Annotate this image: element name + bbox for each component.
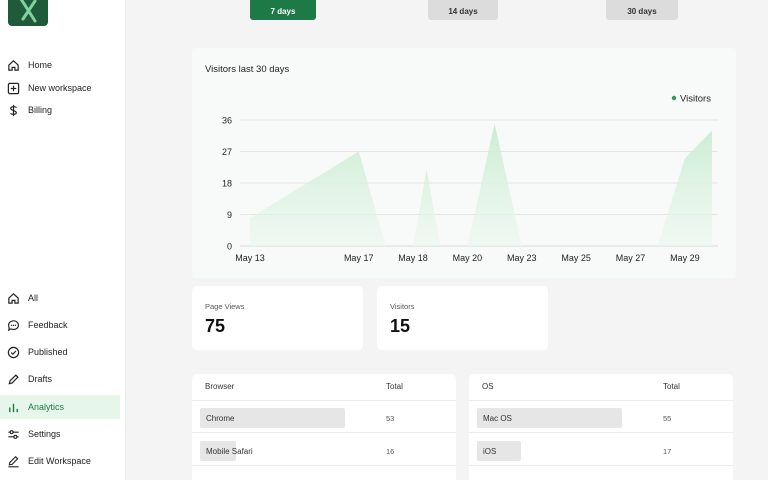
y-tick-label: 0 bbox=[227, 242, 232, 252]
row-total: 55 bbox=[663, 414, 672, 423]
sidebar-item-home[interactable]: Home bbox=[0, 54, 120, 76]
sidebar-item-billing[interactable]: Billing bbox=[0, 99, 120, 121]
x-tick-label: May 13 bbox=[235, 253, 265, 263]
x-tick-label: May 23 bbox=[507, 253, 537, 263]
stat-value: 75 bbox=[205, 316, 226, 336]
row-total: 53 bbox=[386, 414, 395, 423]
range-7-days-button[interactable]: 7 days bbox=[250, 0, 316, 20]
sidebar-item-label: New workspace bbox=[28, 83, 92, 93]
x-tick-label: May 29 bbox=[670, 253, 700, 263]
bar-chart-icon bbox=[6, 400, 20, 414]
table-row[interactable]: Mobile Safari 16 bbox=[192, 434, 456, 466]
sidebar-item-all[interactable]: All bbox=[0, 287, 120, 309]
table-row[interactable]: Mac OS 55 bbox=[469, 401, 733, 433]
edit-icon bbox=[6, 454, 20, 468]
x-tick-label: May 27 bbox=[616, 253, 646, 263]
sidebar-item-label: Feedback bbox=[28, 320, 68, 330]
home-icon bbox=[6, 291, 20, 305]
row-label: Mobile Safari bbox=[206, 447, 253, 456]
browser-table: Browser Total Chrome 53 Mobile Safari 16 bbox=[192, 374, 456, 480]
page-views-card: Page Views 75 bbox=[192, 286, 363, 350]
sidebar-item-drafts[interactable]: Drafts bbox=[0, 368, 120, 390]
x-tick-label: May 18 bbox=[398, 253, 428, 263]
chat-icon bbox=[6, 318, 20, 332]
sidebar-item-published[interactable]: Published bbox=[0, 341, 120, 363]
sidebar-item-label: Settings bbox=[28, 429, 61, 439]
sidebar-item-analytics[interactable]: Analytics bbox=[0, 395, 120, 419]
legend-dot bbox=[671, 95, 677, 101]
column-header: Total bbox=[386, 382, 403, 391]
visitors-chart-card: Visitors last 30 days 0 9 18 27 36 May 13 May… bbox=[192, 48, 736, 278]
column-header: Total bbox=[663, 382, 680, 391]
sidebar-item-label: Published bbox=[28, 347, 68, 357]
row-label: Mac OS bbox=[483, 414, 512, 423]
row-label: iOS bbox=[483, 447, 497, 456]
y-tick-label: 36 bbox=[222, 116, 232, 126]
visitors-area bbox=[250, 123, 712, 246]
x-tick-label: May 17 bbox=[344, 253, 374, 263]
sidebar-item-settings[interactable]: Settings bbox=[0, 423, 120, 445]
y-tick-label: 27 bbox=[222, 147, 232, 157]
stat-label: Visitors bbox=[390, 302, 415, 311]
stat-value: 15 bbox=[390, 316, 411, 336]
sidebar-item-label: Analytics bbox=[28, 402, 65, 412]
range-14-days-button[interactable]: 14 days bbox=[428, 0, 498, 20]
sidebar-item-edit-workspace[interactable]: Edit Workspace bbox=[0, 450, 120, 472]
stat-label: Page Views bbox=[205, 302, 245, 311]
sidebar-item-label: Home bbox=[28, 60, 53, 70]
sidebar-item-label: All bbox=[28, 293, 39, 303]
column-header: Browser bbox=[205, 382, 235, 391]
y-tick-label: 18 bbox=[222, 179, 232, 189]
app-logo[interactable] bbox=[8, 0, 48, 26]
x-tick-label: May 20 bbox=[453, 253, 483, 263]
os-table: OS Total Mac OS 55 iOS 17 bbox=[469, 374, 733, 480]
sidebar-item-new-workspace[interactable]: New workspace bbox=[0, 77, 120, 99]
row-total: 17 bbox=[663, 447, 672, 456]
sidebar: Home New workspace Billing All Feedback … bbox=[0, 0, 126, 480]
legend-label: Visitors bbox=[680, 94, 711, 105]
range-30-days-button[interactable]: 30 days bbox=[606, 0, 678, 20]
row-total: 16 bbox=[386, 447, 395, 456]
logo-x-icon bbox=[19, 0, 37, 23]
sidebar-item-label: Drafts bbox=[28, 374, 53, 384]
home-icon bbox=[6, 58, 20, 72]
pen-icon bbox=[6, 372, 20, 386]
sidebar-item-feedback[interactable]: Feedback bbox=[0, 314, 120, 336]
table-row[interactable]: Chrome 53 bbox=[192, 401, 456, 433]
dollar-icon bbox=[6, 103, 20, 117]
plus-square-icon bbox=[6, 81, 20, 95]
visitors-area-chart: 0 9 18 27 36 May 13 May 17 May 18 May 20 May 23 M… bbox=[222, 94, 718, 263]
sliders-icon bbox=[6, 427, 20, 441]
x-tick-label: May 25 bbox=[561, 253, 591, 263]
visitors-card: Visitors 15 bbox=[377, 286, 548, 350]
check-circle-icon bbox=[6, 345, 20, 359]
sidebar-item-label: Billing bbox=[28, 105, 53, 115]
y-tick-label: 9 bbox=[227, 210, 232, 220]
sidebar-item-label: Edit Workspace bbox=[28, 456, 91, 466]
table-row[interactable]: iOS 17 bbox=[469, 434, 733, 466]
column-header: OS bbox=[482, 382, 494, 391]
row-label: Chrome bbox=[206, 414, 235, 423]
